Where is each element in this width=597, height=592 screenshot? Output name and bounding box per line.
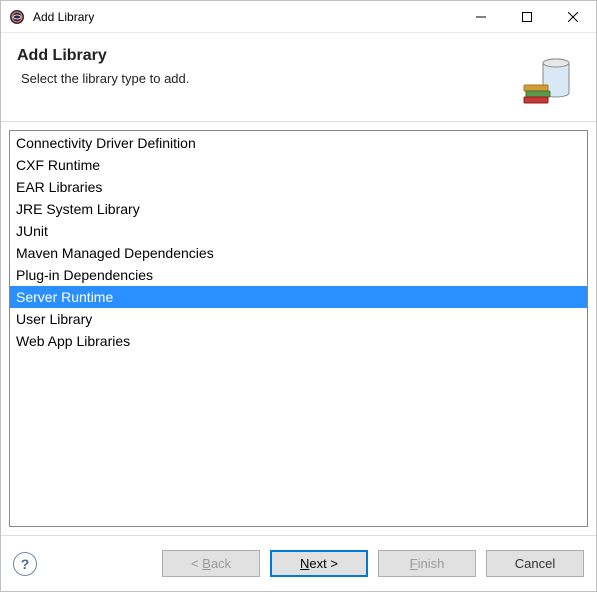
eclipse-icon	[9, 9, 25, 25]
library-type-list[interactable]: Connectivity Driver DefinitionCXF Runtim…	[9, 130, 588, 527]
list-item[interactable]: EAR Libraries	[10, 176, 587, 198]
list-item[interactable]: JRE System Library	[10, 198, 587, 220]
list-item[interactable]: User Library	[10, 308, 587, 330]
close-button[interactable]	[550, 1, 596, 32]
list-item[interactable]: Connectivity Driver Definition	[10, 132, 587, 154]
window-title: Add Library	[33, 10, 458, 24]
titlebar: Add Library	[1, 1, 596, 33]
minimize-button[interactable]	[458, 1, 504, 32]
list-item[interactable]: JUnit	[10, 220, 587, 242]
button-label: Finish	[410, 556, 445, 571]
button-label: < Back	[191, 556, 231, 571]
window-controls	[458, 1, 596, 32]
list-item[interactable]: Maven Managed Dependencies	[10, 242, 587, 264]
list-item[interactable]: Web App Libraries	[10, 330, 587, 352]
help-button[interactable]: ?	[13, 552, 37, 576]
cancel-button[interactable]: Cancel	[486, 550, 584, 577]
header-text: Add Library Select the library type to a…	[17, 47, 516, 86]
list-item[interactable]: Plug-in Dependencies	[10, 264, 587, 286]
page-subtitle: Select the library type to add.	[17, 71, 516, 86]
list-item[interactable]: CXF Runtime	[10, 154, 587, 176]
button-label: Next >	[300, 556, 338, 571]
library-jar-icon	[516, 47, 580, 111]
finish-button[interactable]: Finish	[378, 550, 476, 577]
list-item[interactable]: Server Runtime	[10, 286, 587, 308]
button-label: Cancel	[515, 556, 555, 571]
content-area: Connectivity Driver DefinitionCXF Runtim…	[1, 122, 596, 535]
maximize-button[interactable]	[504, 1, 550, 32]
button-bar: ? < Back Next > Finish Cancel	[1, 535, 596, 591]
page-title: Add Library	[17, 47, 516, 65]
back-button[interactable]: < Back	[162, 550, 260, 577]
dialog-header: Add Library Select the library type to a…	[1, 33, 596, 122]
next-button[interactable]: Next >	[270, 550, 368, 577]
